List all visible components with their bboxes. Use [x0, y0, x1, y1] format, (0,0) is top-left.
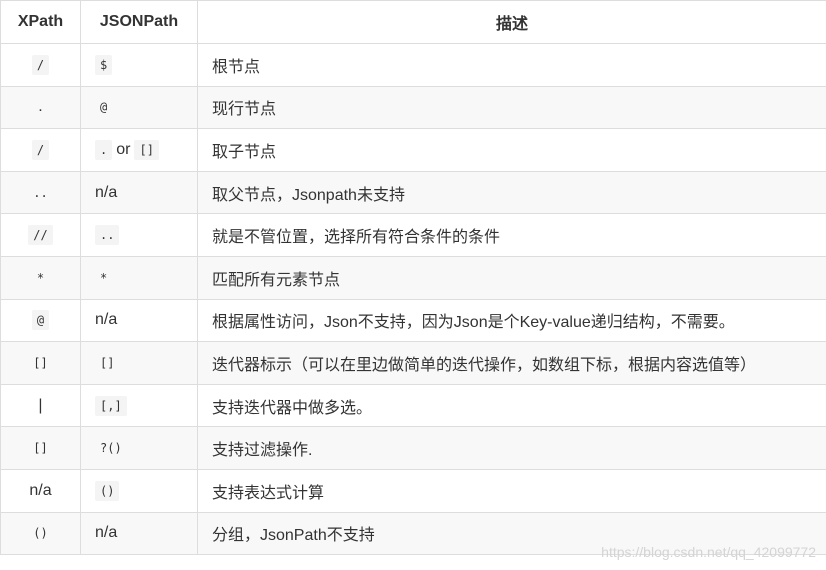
xpath-code: @ — [31, 310, 50, 331]
description-cell: 匹配所有元素节点 — [197, 255, 826, 300]
jsonpath-cell: $ — [80, 43, 198, 87]
xpath-code: // — [28, 225, 53, 246]
xpath-cell: [] — [0, 341, 81, 385]
table-row: . @ 现行节点 — [0, 85, 826, 130]
description-cell: 支持过滤操作. — [197, 426, 826, 470]
description-text: 迭代器标示（可以在里边做简单的迭代操作，如数组下标，根据内容选值等） — [212, 356, 757, 374]
xpath-text: . — [38, 98, 43, 116]
jsonpath-cell: * — [80, 255, 198, 300]
table-row: / . or[] 取子节点 — [0, 128, 826, 172]
jsonpath-code: [,] — [95, 395, 127, 416]
xpath-text: n/a — [29, 481, 52, 499]
jsonpath-text: n/a — [95, 183, 118, 201]
description-cell: 根节点 — [197, 43, 826, 87]
xpath-cell: / — [0, 128, 81, 172]
jsonpath-cell: ?() — [80, 426, 198, 470]
xpath-code: .. — [33, 185, 48, 200]
description-text: 匹配所有元素节点 — [212, 271, 341, 289]
xpath-cell: . — [0, 85, 81, 130]
description-text: 分组，JsonPath不支持 — [212, 527, 375, 545]
xpath-cell: [] — [0, 426, 81, 470]
header-description: 描述 — [197, 0, 826, 44]
xpath-cell: / — [0, 43, 81, 87]
description-cell: 支持迭代器中做多选。 — [197, 383, 826, 428]
xpath-code: [] — [33, 355, 48, 370]
table-row: @ n/a 根据属性访问，Json不支持，因为Json是个Key-value递归… — [0, 298, 826, 343]
xpath-cell: n/a — [0, 468, 81, 513]
description-cell: 迭代器标示（可以在里边做简单的迭代操作，如数组下标，根据内容选值等） — [197, 341, 826, 385]
xpath-cell: | — [0, 383, 81, 428]
jsonpath-text: n/a — [95, 524, 118, 542]
description-cell: 现行节点 — [197, 85, 826, 130]
xpath-text: | — [38, 396, 43, 414]
description-text: 取子节点 — [212, 143, 277, 161]
jsonpath-cell: n/a — [80, 170, 198, 215]
table-row: n/a () 支持表达式计算 — [0, 468, 826, 513]
xpath-code: () — [33, 526, 48, 541]
jsonpath-code: @ — [100, 100, 108, 115]
jsonpath-cell: . or[] — [80, 128, 198, 172]
xpath-code: / — [31, 139, 50, 160]
xpath-cell: () — [0, 511, 81, 556]
jsonpath-code: $ — [95, 54, 113, 75]
description-cell: 就是不管位置，选择所有符合条件的条件 — [197, 213, 826, 257]
description-text: 支持表达式计算 — [212, 484, 325, 502]
xpath-cell: // — [0, 213, 81, 257]
table-header-row: XPath JSONPath 描述 — [0, 0, 826, 44]
header-xpath: XPath — [0, 0, 81, 44]
jsonpath-cell: .. — [80, 213, 198, 257]
xpath-jsonpath-table: XPath JSONPath 描述 / $ 根节点 . @ 现行节点 / . or… — [0, 0, 826, 556]
description-cell: 根据属性访问，Json不支持，因为Json是个Key-value递归结构，不需要… — [197, 298, 826, 343]
description-cell: 取子节点 — [197, 128, 826, 172]
description-text: 支持迭代器中做多选。 — [212, 399, 373, 417]
jsonpath-code: ?() — [100, 441, 122, 456]
jsonpath-cell: n/a — [80, 511, 198, 556]
xpath-code: [] — [33, 441, 48, 456]
jsonpath-cell: [,] — [80, 383, 198, 428]
xpath-code: / — [31, 54, 50, 75]
description-cell: 取父节点，Jsonpath未支持 — [197, 170, 826, 215]
xpath-cell: .. — [0, 170, 81, 215]
table-row: * * 匹配所有元素节点 — [0, 255, 826, 300]
jsonpath-code: () — [95, 480, 120, 501]
watermark-text: https://blog.csdn.net/qq_42099772 — [601, 544, 816, 560]
xpath-code: * — [36, 270, 45, 285]
description-text: 就是不管位置，选择所有符合条件的条件 — [212, 229, 501, 247]
description-cell: 支持表达式计算 — [197, 468, 826, 513]
jsonpath-or-text: or — [116, 140, 131, 158]
jsonpath-code: * — [100, 270, 108, 285]
table-row: / $ 根节点 — [0, 43, 826, 87]
description-text: 现行节点 — [212, 101, 277, 119]
jsonpath-code: [] — [100, 355, 115, 370]
jsonpath-cell: @ — [80, 85, 198, 130]
description-text: 取父节点，Jsonpath未支持 — [212, 186, 405, 204]
description-text: 根节点 — [212, 58, 261, 76]
table-row: | [,] 支持迭代器中做多选。 — [0, 383, 826, 428]
jsonpath-cell: n/a — [80, 298, 198, 343]
jsonpath-text: n/a — [95, 311, 118, 329]
jsonpath-cell: [] — [80, 341, 198, 385]
description-text: 根据属性访问，Json不支持，因为Json是个Key-value递归结构，不需要… — [212, 314, 735, 332]
xpath-cell: @ — [0, 298, 81, 343]
table-row: [] ?() 支持过滤操作. — [0, 426, 826, 470]
jsonpath-cell: () — [80, 468, 198, 513]
xpath-cell: * — [0, 255, 81, 300]
table-row: .. n/a 取父节点，Jsonpath未支持 — [0, 170, 826, 215]
description-text: 支持过滤操作. — [212, 442, 313, 460]
header-jsonpath: JSONPath — [80, 0, 198, 44]
jsonpath-code: [] — [134, 139, 159, 160]
table-row: // .. 就是不管位置，选择所有符合条件的条件 — [0, 213, 826, 257]
jsonpath-code: . — [95, 139, 113, 160]
jsonpath-code: .. — [95, 225, 120, 246]
table-row: [] [] 迭代器标示（可以在里边做简单的迭代操作，如数组下标，根据内容选值等） — [0, 341, 826, 385]
